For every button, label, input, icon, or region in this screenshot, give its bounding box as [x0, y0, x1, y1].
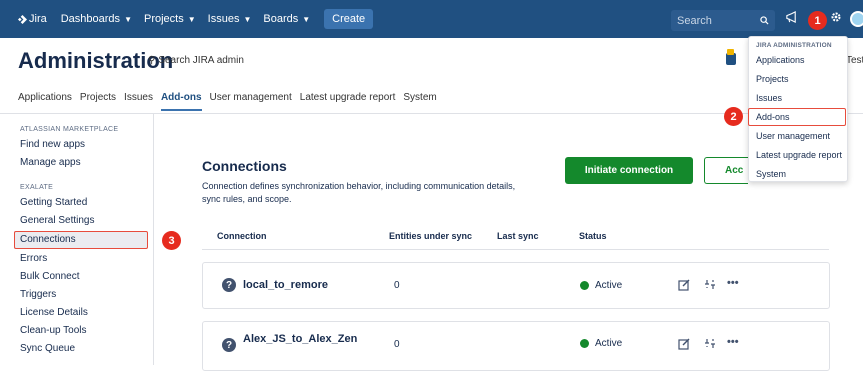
- chevron-down-icon: ▼: [187, 14, 196, 24]
- column-header-status: Status: [579, 231, 607, 241]
- search-admin-link[interactable]: ⚲ Search JIRA admin: [148, 55, 244, 66]
- create-button[interactable]: Create: [324, 9, 374, 29]
- dropdown-item-issues[interactable]: Issues: [756, 93, 782, 103]
- more-options-icon[interactable]: •••: [727, 336, 739, 348]
- chevron-down-icon: ▼: [243, 14, 252, 24]
- user-avatar[interactable]: [850, 11, 863, 27]
- tab-system[interactable]: System: [403, 92, 436, 111]
- tab-latest-upgrade-report[interactable]: Latest upgrade report: [300, 92, 396, 111]
- tab-projects[interactable]: Projects: [80, 92, 116, 111]
- sidebar-item-manage-apps[interactable]: Manage apps: [20, 157, 81, 168]
- sidebar-item-bulk-connect[interactable]: Bulk Connect: [20, 271, 79, 282]
- edit-icon[interactable]: [678, 279, 690, 291]
- highlight-box-connections: [14, 231, 148, 249]
- column-header-last-sync: Last sync: [497, 231, 539, 241]
- nav-issues-label: Issues: [207, 13, 240, 25]
- dropdown-item-system[interactable]: System: [756, 169, 786, 179]
- sidebar-item-clean-up-tools[interactable]: Clean-up Tools: [20, 325, 87, 336]
- sidebar-item-errors[interactable]: Errors: [20, 253, 47, 264]
- table-header-divider: [202, 249, 829, 250]
- nav-projects[interactable]: Projects ▼: [144, 13, 196, 25]
- nav-issues[interactable]: Issues ▼: [208, 13, 252, 25]
- sidebar-item-triggers[interactable]: Triggers: [20, 289, 56, 300]
- connections-description: Connection defines synchronization behav…: [202, 181, 516, 204]
- sync-icon[interactable]: [704, 278, 716, 291]
- search-icon: [760, 16, 769, 25]
- accept-invitation-button[interactable]: Acc: [704, 157, 748, 184]
- dropdown-item-applications[interactable]: Applications: [756, 55, 805, 65]
- chevron-down-icon: ▼: [302, 14, 311, 24]
- nav-dashboards-label: Dashboards: [60, 13, 121, 25]
- status-text: Active: [595, 280, 623, 291]
- connections-title: Connections: [202, 158, 287, 174]
- search-icon: ⚲: [148, 55, 156, 66]
- tab-issues[interactable]: Issues: [124, 92, 153, 111]
- status-active-dot: [580, 339, 589, 348]
- nav-dashboards[interactable]: Dashboards ▼: [61, 13, 132, 25]
- sidebar-heading-marketplace: ATLASSIAN MARKETPLACE: [20, 126, 119, 133]
- status-active-dot: [580, 281, 589, 290]
- user-name-partial: Test: [846, 55, 863, 66]
- more-options-icon[interactable]: •••: [727, 277, 739, 289]
- nav-projects-label: Projects: [143, 13, 184, 25]
- initiate-connection-button[interactable]: Initiate connection: [565, 157, 693, 184]
- dropdown-item-user-management[interactable]: User management: [756, 131, 830, 141]
- connection-name[interactable]: local_to_remore: [243, 279, 328, 291]
- edit-icon[interactable]: [678, 338, 690, 350]
- column-header-connection: Connection: [217, 231, 267, 241]
- dropdown-heading: JIRA ADMINISTRATION: [756, 42, 832, 49]
- tab-user-management[interactable]: User management: [210, 92, 292, 111]
- search-admin-label: Search JIRA admin: [158, 55, 244, 66]
- help-icon[interactable]: ?: [222, 338, 236, 352]
- callout-number: 3: [162, 231, 181, 250]
- sidebar-item-getting-started[interactable]: Getting Started: [20, 197, 87, 208]
- dropdown-item-latest-upgrade-report[interactable]: Latest upgrade report: [756, 150, 842, 160]
- nav-boards-label: Boards: [263, 13, 299, 25]
- help-icon[interactable]: ?: [222, 278, 236, 292]
- sidebar-item-find-new-apps[interactable]: Find new apps: [20, 139, 85, 150]
- sidebar-item-license-details[interactable]: License Details: [20, 307, 88, 318]
- sidebar-item-general-settings[interactable]: General Settings: [20, 215, 95, 226]
- nav-boards[interactable]: Boards ▼: [263, 13, 310, 25]
- search-placeholder: Search: [677, 14, 712, 27]
- admin-tabs: Applications Projects Issues Add-ons Use…: [18, 92, 445, 111]
- search-input[interactable]: Search: [671, 10, 775, 31]
- dropdown-item-projects[interactable]: Projects: [756, 74, 789, 84]
- sidebar-heading-exalate: EXALATE: [20, 184, 54, 191]
- sidebar-divider: [153, 114, 154, 365]
- callout-number: 2: [724, 107, 743, 126]
- status-text: Active: [595, 338, 623, 349]
- highlight-box-add-ons: [748, 108, 846, 126]
- sync-icon[interactable]: [704, 337, 716, 350]
- jira-logo-icon: [18, 14, 27, 24]
- gear-icon[interactable]: [830, 11, 842, 23]
- column-header-entities: Entities under sync: [389, 231, 473, 241]
- chevron-down-icon: ▼: [124, 14, 132, 24]
- notification-icon[interactable]: [726, 49, 736, 65]
- connection-name[interactable]: Alex_JS_to_Alex_Zen: [243, 333, 357, 345]
- megaphone-icon[interactable]: [785, 11, 798, 24]
- tab-add-ons[interactable]: Add-ons: [160, 92, 202, 111]
- jira-logo-text: Jira: [29, 13, 47, 25]
- entities-count: 0: [394, 339, 400, 350]
- sidebar-item-sync-queue[interactable]: Sync Queue: [20, 343, 75, 354]
- jira-logo[interactable]: Jira: [18, 13, 47, 25]
- callout-number: 1: [808, 11, 827, 30]
- tab-applications[interactable]: Applications: [18, 92, 72, 111]
- entities-count: 0: [394, 280, 400, 291]
